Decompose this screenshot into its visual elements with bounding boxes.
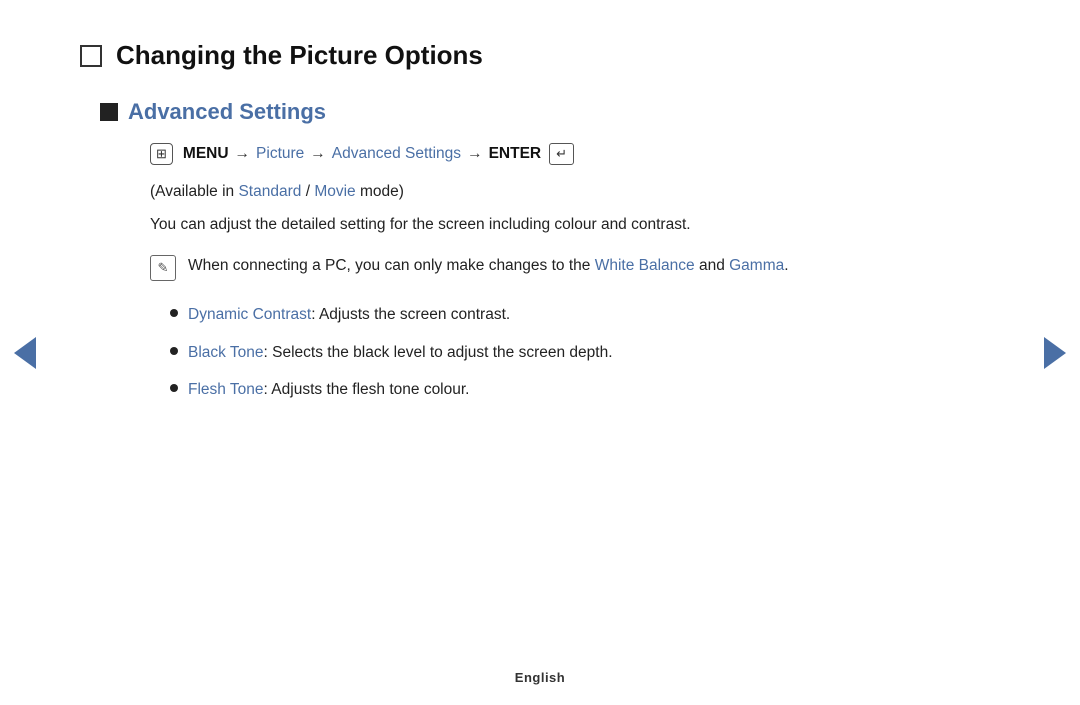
main-title-text: Changing the Picture Options bbox=[116, 40, 483, 71]
enter-label: ENTER bbox=[489, 145, 542, 163]
flesh-tone-link: Flesh Tone bbox=[188, 381, 264, 398]
right-arrow-icon bbox=[1044, 337, 1066, 369]
gamma-link: Gamma bbox=[729, 257, 784, 274]
bullet-text: Flesh Tone: Adjusts the flesh tone colou… bbox=[188, 378, 469, 401]
note-text-before: When connecting a PC, you can only make … bbox=[188, 257, 595, 274]
arrow2: → bbox=[310, 145, 326, 163]
dynamic-contrast-link: Dynamic Contrast bbox=[188, 306, 311, 323]
list-item: Dynamic Contrast: Adjusts the screen con… bbox=[170, 303, 1000, 326]
advanced-settings-link: Advanced Settings bbox=[332, 145, 461, 163]
next-page-button[interactable] bbox=[1040, 338, 1070, 368]
menu-label: MENU bbox=[183, 145, 229, 163]
white-balance-link: White Balance bbox=[595, 257, 695, 274]
section-title: Advanced Settings bbox=[128, 99, 326, 125]
left-arrow-icon bbox=[14, 337, 36, 369]
bullet-text: Dynamic Contrast: Adjusts the screen con… bbox=[188, 303, 510, 326]
arrow1: → bbox=[235, 145, 251, 163]
bullet-desc-0: : Adjusts the screen contrast. bbox=[311, 306, 510, 323]
note-text: When connecting a PC, you can only make … bbox=[188, 254, 789, 278]
prev-page-button[interactable] bbox=[10, 338, 40, 368]
section: Advanced Settings ⊞ MENU → Picture → Adv… bbox=[100, 99, 1000, 401]
main-title-block: Changing the Picture Options bbox=[80, 40, 1000, 71]
menu-icon: ⊞ bbox=[150, 143, 173, 165]
checkbox-icon bbox=[80, 45, 102, 67]
movie-link: Movie bbox=[314, 183, 355, 200]
enter-icon: ↵ bbox=[549, 143, 574, 165]
standard-link: Standard bbox=[238, 183, 301, 200]
list-item: Black Tone: Selects the black level to a… bbox=[170, 341, 1000, 364]
description-line: You can adjust the detailed setting for … bbox=[150, 213, 1000, 236]
list-item: Flesh Tone: Adjusts the flesh tone colou… bbox=[170, 378, 1000, 401]
available-text-before: (Available in bbox=[150, 183, 238, 200]
menu-path: ⊞ MENU → Picture → Advanced Settings → E… bbox=[150, 143, 1000, 165]
bullet-text: Black Tone: Selects the black level to a… bbox=[188, 341, 613, 364]
bullet-dot-icon bbox=[170, 309, 178, 317]
note-block: ✎ When connecting a PC, you can only mak… bbox=[150, 254, 1000, 281]
bullet-dot-icon bbox=[170, 384, 178, 392]
note-icon: ✎ bbox=[150, 255, 176, 281]
available-line: (Available in Standard / Movie mode) bbox=[150, 183, 1000, 201]
bullet-dot-icon bbox=[170, 347, 178, 355]
arrow3: → bbox=[467, 145, 483, 163]
bullet-list: Dynamic Contrast: Adjusts the screen con… bbox=[170, 303, 1000, 401]
picture-link: Picture bbox=[256, 145, 304, 163]
slash: / bbox=[301, 183, 314, 200]
footer-language: English bbox=[515, 670, 565, 685]
note-text-after: . bbox=[784, 257, 788, 274]
available-text-after: mode) bbox=[356, 183, 404, 200]
section-header: Advanced Settings bbox=[100, 99, 1000, 125]
black-tone-link: Black Tone bbox=[188, 344, 264, 361]
page-container: Changing the Picture Options Advanced Se… bbox=[0, 0, 1080, 705]
bullet-desc-2: : Adjusts the flesh tone colour. bbox=[264, 381, 470, 398]
section-square-icon bbox=[100, 103, 118, 121]
note-text-middle: and bbox=[695, 257, 729, 274]
bullet-desc-1: : Selects the black level to adjust the … bbox=[264, 344, 613, 361]
